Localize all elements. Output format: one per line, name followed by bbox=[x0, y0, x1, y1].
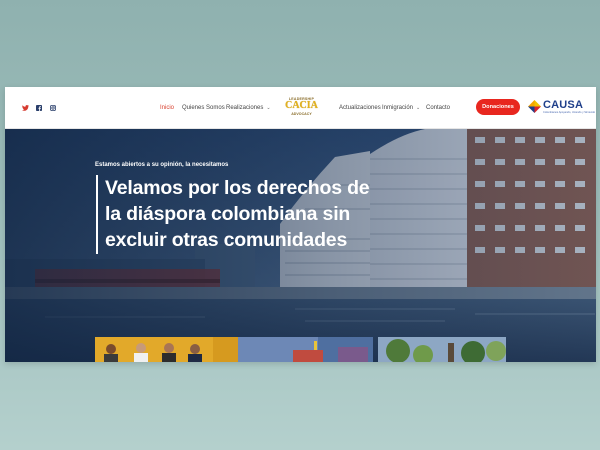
nav-updates-label: Actualizaciones bbox=[339, 104, 381, 111]
donate-button[interactable]: Donaciones bbox=[476, 99, 520, 115]
causa-mark-icon bbox=[528, 100, 541, 113]
headline-line: excluir otras comunidades bbox=[105, 229, 348, 251]
news-card-image[interactable] bbox=[238, 337, 373, 362]
hero-section: Estamos abiertos a su opinión, la necesi… bbox=[5, 129, 596, 362]
nav-home-label: Inicio bbox=[160, 104, 175, 111]
outdoor-photo-image bbox=[378, 337, 506, 362]
chevron-down-icon: ⌄ bbox=[416, 104, 421, 111]
nav-about[interactable]: Quienes Somos bbox=[182, 87, 225, 128]
logo-main-text: CACIA bbox=[285, 100, 318, 111]
logo-bottom-text: ADVOCACY bbox=[291, 112, 312, 116]
nav-achievements-label: Realizaciones bbox=[226, 104, 264, 111]
news-card-image[interactable] bbox=[95, 337, 238, 362]
site-logo[interactable]: LEADERSHIP CACIA ADVOCACY bbox=[283, 97, 320, 119]
headline-accent-bar bbox=[96, 175, 98, 254]
headline-line: la diáspora colombiana sin bbox=[105, 203, 351, 225]
hero-headline: Velamos por los derechos de la diáspora … bbox=[105, 175, 425, 253]
instagram-icon[interactable] bbox=[50, 87, 56, 128]
event-photo-image bbox=[238, 337, 373, 362]
twitter-icon[interactable] bbox=[22, 87, 29, 128]
causa-logo-tagline: Colombianos Apoyando, Uniendo y Sirviend… bbox=[543, 111, 596, 114]
website-screenshot: Inicio Quienes Somos Realizaciones ⌄ Actu… bbox=[5, 87, 596, 362]
hero-eyebrow-text: Estamos abiertos a su opinión, la necesi… bbox=[95, 162, 229, 168]
causa-logo-text: CAUSA bbox=[543, 99, 584, 111]
causa-logo[interactable]: CAUSA Colombianos Apoyando, Uniendo y Si… bbox=[528, 98, 595, 118]
headline-line: Velamos por los derechos de bbox=[105, 177, 370, 199]
news-card-image[interactable] bbox=[378, 337, 506, 362]
nav-immigration[interactable]: Inmigración ⌄ bbox=[382, 87, 420, 128]
nav-contact[interactable]: Contacto bbox=[426, 87, 450, 128]
nav-updates[interactable]: Actualizaciones bbox=[339, 87, 381, 128]
site-header: Inicio Quienes Somos Realizaciones ⌄ Actu… bbox=[5, 87, 596, 129]
nav-about-label: Quienes Somos bbox=[182, 104, 225, 111]
group-photo-image bbox=[95, 337, 238, 362]
chevron-down-icon: ⌄ bbox=[266, 104, 271, 111]
nav-immigration-label: Inmigración bbox=[382, 104, 414, 111]
nav-home[interactable]: Inicio bbox=[160, 87, 174, 128]
nav-contact-label: Contacto bbox=[426, 104, 451, 111]
nav-achievements[interactable]: Realizaciones ⌄ bbox=[226, 87, 271, 128]
facebook-icon[interactable] bbox=[36, 87, 42, 128]
